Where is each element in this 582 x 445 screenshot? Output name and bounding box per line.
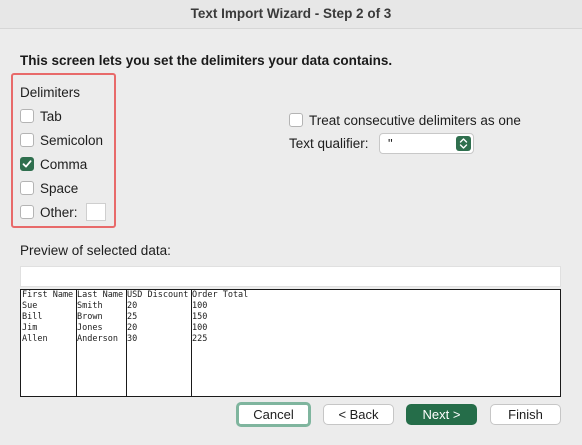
- preview-cell: 225: [192, 334, 208, 344]
- preview-cell: Last Name: [77, 290, 124, 300]
- preview-column-order-total: Order Total 100 150 100 225: [191, 290, 291, 396]
- checkbox-row-tab[interactable]: Tab: [20, 107, 62, 125]
- checkbox-semicolon[interactable]: [20, 133, 34, 147]
- next-button[interactable]: Next >: [406, 404, 477, 425]
- checkmark-icon: [22, 160, 32, 168]
- updown-arrows-icon: [456, 136, 471, 151]
- checkbox-space[interactable]: [20, 181, 34, 195]
- preview-cell: Allen: [22, 334, 48, 344]
- checkbox-other[interactable]: [20, 205, 34, 219]
- preview-cell: 100: [192, 301, 208, 311]
- window-title: Text Import Wizard - Step 2 of 3: [0, 0, 582, 29]
- checkbox-consecutive-label: Treat consecutive delimiters as one: [309, 112, 521, 128]
- preview-column-usd-discount: USD Discount 20 25 20 30: [126, 290, 192, 396]
- other-delimiter-input[interactable]: [85, 203, 106, 221]
- text-qualifier-value: ": [388, 136, 393, 151]
- preview-cell: Anderson: [77, 334, 118, 344]
- checkbox-semicolon-label: Semicolon: [40, 132, 104, 148]
- checkbox-consecutive[interactable]: [289, 113, 303, 127]
- text-qualifier-label: Text qualifier:: [289, 136, 369, 151]
- preview-cell: 25: [127, 312, 138, 322]
- checkbox-row-comma[interactable]: Comma: [20, 155, 87, 173]
- finish-button[interactable]: Finish: [490, 404, 561, 425]
- preview-cell: First Name: [22, 290, 74, 300]
- preview-cell: Brown: [77, 312, 103, 322]
- text-qualifier-select[interactable]: ": [379, 133, 474, 154]
- checkbox-space-label: Space: [40, 180, 79, 196]
- preview-label: Preview of selected data:: [20, 243, 171, 258]
- checkbox-row-semicolon[interactable]: Semicolon: [20, 131, 103, 149]
- preview-cell: Sue: [22, 301, 38, 311]
- checkbox-row-space[interactable]: Space: [20, 179, 78, 197]
- intro-text: This screen lets you set the delimiters …: [20, 53, 393, 68]
- checkbox-row-other[interactable]: Other:: [20, 203, 106, 221]
- preview-cell: USD Discount: [127, 290, 189, 300]
- preview-cell: 30: [127, 334, 138, 344]
- preview-cell: Bill: [22, 312, 43, 322]
- preview-cell: 150: [192, 312, 208, 322]
- preview-cell: Jones: [77, 323, 103, 333]
- back-button[interactable]: < Back: [323, 404, 394, 425]
- preview-cell: 100: [192, 323, 208, 333]
- preview-cell: 20: [127, 323, 138, 333]
- preview-header-strip: [20, 266, 561, 287]
- preview-cell: 20: [127, 301, 138, 311]
- preview-column-last-name: Last Name Smith Brown Jones Anderson: [76, 290, 127, 396]
- checkbox-tab[interactable]: [20, 109, 34, 123]
- preview-cell: Order Total: [192, 290, 249, 300]
- cancel-button[interactable]: Cancel: [236, 402, 311, 427]
- preview-cell: Smith: [77, 301, 103, 311]
- delimiters-label: Delimiters: [20, 85, 81, 100]
- checkbox-comma[interactable]: [20, 157, 34, 171]
- preview-column-first-name: First Name Sue Bill Jim Allen: [21, 290, 77, 396]
- checkbox-row-consecutive[interactable]: Treat consecutive delimiters as one: [289, 111, 521, 129]
- preview-cell: Jim: [22, 323, 38, 333]
- checkbox-comma-label: Comma: [40, 156, 88, 172]
- preview-table[interactable]: First Name Sue Bill Jim Allen Last Name …: [20, 289, 561, 397]
- checkbox-tab-label: Tab: [40, 108, 62, 124]
- checkbox-other-label: Other:: [40, 204, 78, 220]
